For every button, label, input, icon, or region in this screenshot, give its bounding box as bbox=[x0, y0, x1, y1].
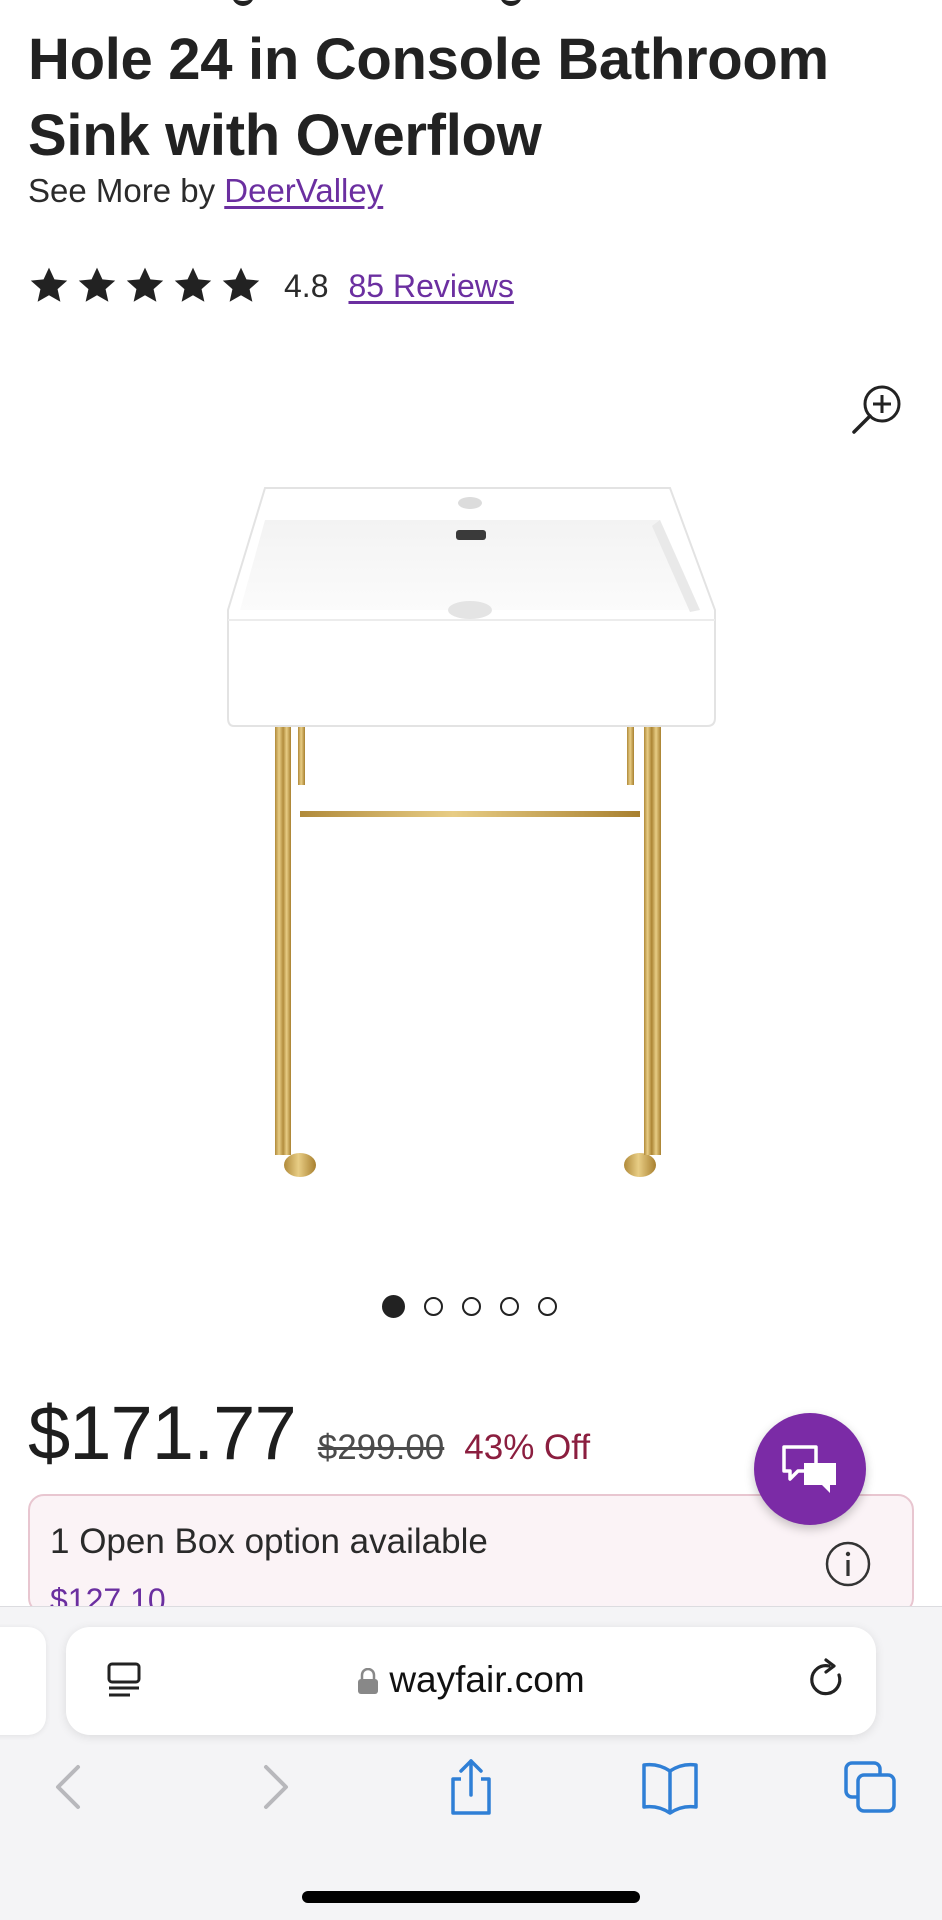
see-more-by: See More by DeerValley bbox=[28, 172, 383, 210]
star-icon bbox=[30, 267, 68, 302]
open-box-title: 1 Open Box option available bbox=[50, 1522, 488, 1561]
brand-link[interactable]: DeerValley bbox=[224, 172, 383, 209]
image-carousel-dots[interactable] bbox=[382, 1295, 557, 1318]
product-image[interactable] bbox=[220, 470, 720, 1190]
price-row: $171.77 $299.00 43% Off bbox=[28, 1390, 590, 1477]
share-icon[interactable] bbox=[441, 1757, 501, 1817]
tabs-icon[interactable] bbox=[840, 1757, 900, 1817]
carousel-dot[interactable] bbox=[538, 1297, 557, 1316]
cropped-title-descenders bbox=[232, 0, 272, 14]
cropped-title-descenders bbox=[500, 0, 540, 14]
rating-stars bbox=[28, 265, 262, 307]
zoom-in-icon[interactable] bbox=[850, 382, 904, 436]
product-title: Hole 24 in Console Bathroom Sink with Ov… bbox=[28, 27, 829, 168]
chat-bubbles-icon bbox=[782, 1445, 836, 1493]
url-text: wayfair.com bbox=[389, 1659, 585, 1700]
star-icon bbox=[126, 267, 164, 302]
address-bar[interactable]: wayfair.com bbox=[66, 1627, 876, 1735]
reviews-link[interactable]: 85 Reviews bbox=[348, 268, 513, 305]
see-more-prefix: See More by bbox=[28, 172, 216, 209]
rating-row: 4.8 85 Reviews bbox=[28, 262, 514, 310]
carousel-dot[interactable] bbox=[382, 1295, 405, 1318]
carousel-dot[interactable] bbox=[424, 1297, 443, 1316]
browser-chrome: wayfair.com bbox=[0, 1606, 942, 1920]
forward-icon[interactable] bbox=[244, 1757, 304, 1817]
url-display[interactable]: wayfair.com bbox=[66, 1659, 876, 1701]
reload-icon[interactable] bbox=[804, 1657, 850, 1703]
rating-value: 4.8 bbox=[284, 267, 329, 304]
star-icon bbox=[78, 267, 116, 302]
original-price: $299.00 bbox=[317, 1428, 445, 1467]
browser-toolbar bbox=[0, 1757, 942, 1837]
discount-label: 43% Off bbox=[464, 1428, 591, 1467]
lock-icon bbox=[358, 1668, 379, 1694]
carousel-dot[interactable] bbox=[462, 1297, 481, 1316]
home-indicator bbox=[302, 1891, 640, 1903]
star-icon bbox=[174, 267, 212, 302]
star-icon bbox=[222, 267, 260, 302]
chat-button[interactable] bbox=[754, 1413, 866, 1525]
carousel-dot[interactable] bbox=[500, 1297, 519, 1316]
bookmarks-icon[interactable] bbox=[640, 1757, 700, 1817]
sale-price: $171.77 bbox=[28, 1391, 297, 1476]
back-icon[interactable] bbox=[40, 1757, 100, 1817]
previous-tab-preview[interactable] bbox=[0, 1627, 46, 1735]
info-icon[interactable] bbox=[824, 1540, 872, 1588]
